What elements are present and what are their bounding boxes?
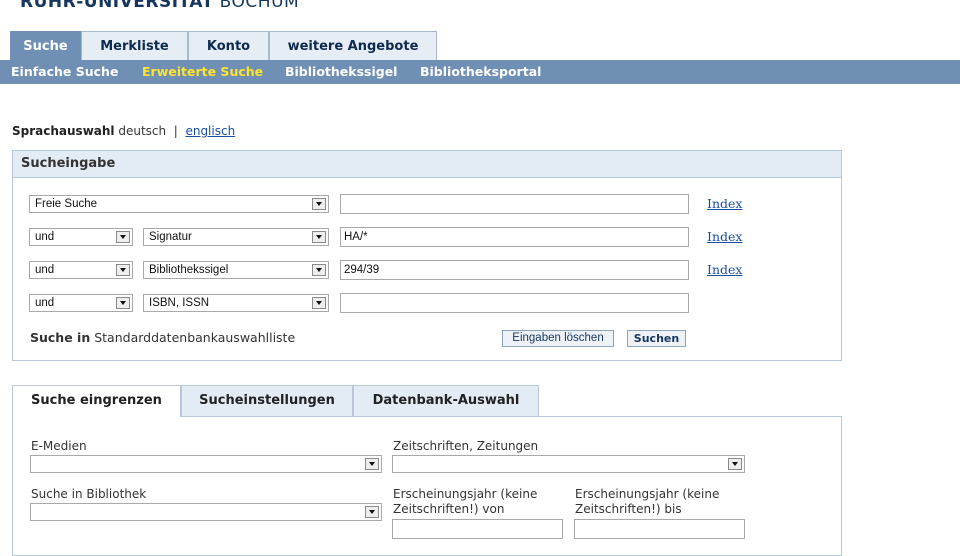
jahr-von-label: Erscheinungsjahr (keine Zeitschriften!) …	[393, 487, 537, 517]
bibliothek-label: Suche in Bibliothek	[31, 487, 147, 501]
university-logo: RUHR-UNIVERSITÄT BOCHUM	[20, 0, 299, 12]
search-scope-label: Suche in	[30, 330, 91, 345]
operator-select-2[interactable]: und	[29, 228, 133, 246]
jahr-bis-label-line2: Zeitschriften!) bis	[575, 502, 682, 516]
language-label: Sprachauswahl	[12, 124, 115, 138]
tab-merkliste[interactable]: Merkliste	[81, 31, 188, 60]
field-select-1-value: Freie Suche	[35, 198, 98, 210]
subnav-bibliothekssigel[interactable]: Bibliothekssigel	[285, 60, 397, 84]
tab-suche[interactable]: Suche	[10, 31, 81, 60]
field-select-3[interactable]: Bibliothekssigel	[143, 261, 329, 279]
subnav-einfache-suche[interactable]: Einfache Suche	[11, 60, 118, 84]
jahr-von-input[interactable]	[392, 519, 563, 539]
jahr-bis-label-line1: Erscheinungsjahr (keine	[575, 487, 720, 501]
search-input-1[interactable]	[340, 194, 689, 214]
subnav-erweiterte-suche[interactable]: Erweiterte Suche	[142, 60, 263, 84]
operator-select-4[interactable]: und	[29, 294, 133, 312]
chevron-down-icon	[116, 297, 130, 309]
sub-navigation: Einfache Suche Erweiterte Suche Biblioth…	[0, 60, 960, 84]
chevron-down-icon	[312, 198, 326, 210]
filter-panel: E-Medien Zeitschriften, Zeitungen Suche …	[12, 416, 842, 556]
language-current: deutsch	[118, 124, 167, 138]
operator-select-4-value: und	[35, 297, 55, 309]
zeitschriften-label: Zeitschriften, Zeitungen	[393, 439, 539, 453]
index-link-3[interactable]: Index	[707, 262, 742, 277]
field-select-2-value: Signatur	[149, 231, 192, 243]
language-separator: |	[173, 124, 178, 138]
jahr-bis-input[interactable]	[574, 519, 745, 539]
tab-konto[interactable]: Konto	[188, 31, 269, 60]
search-input-4[interactable]	[340, 293, 689, 313]
search-panel-title: Sucheingabe	[13, 151, 841, 178]
search-input-3[interactable]: 294/39	[340, 260, 689, 280]
search-scope-value: Standarddatenbankauswahlliste	[94, 330, 296, 345]
subnav-bibliotheksportal[interactable]: Bibliotheksportal	[420, 60, 541, 84]
operator-select-2-value: und	[35, 231, 55, 243]
tab-suche-eingrenzen[interactable]: Suche eingrenzen	[12, 385, 181, 417]
logo-bold-text: RUHR-UNIVERSITÄT	[20, 0, 214, 12]
chevron-down-icon	[116, 264, 130, 276]
clear-inputs-button[interactable]: Eingaben löschen	[502, 330, 614, 347]
field-select-1[interactable]: Freie Suche	[29, 195, 329, 213]
search-panel: Sucheingabe Freie Suche Index und Signat…	[12, 150, 842, 361]
chevron-down-icon	[312, 264, 326, 276]
search-button[interactable]: Suchen	[627, 330, 686, 347]
field-select-2[interactable]: Signatur	[143, 228, 329, 246]
emedien-label: E-Medien	[31, 439, 87, 453]
chevron-down-icon	[312, 297, 326, 309]
jahr-bis-label: Erscheinungsjahr (keine Zeitschriften!) …	[575, 487, 719, 517]
operator-select-3[interactable]: und	[29, 261, 133, 279]
zeitschriften-select[interactable]	[392, 455, 745, 473]
search-scope: Suche in Standarddatenbankauswahlliste	[30, 330, 295, 345]
chevron-down-icon	[728, 458, 742, 470]
operator-select-3-value: und	[35, 264, 55, 276]
field-select-4-value: ISBN, ISSN	[149, 297, 210, 309]
tab-sucheinstellungen[interactable]: Sucheinstellungen	[181, 385, 353, 416]
tab-datenbank-auswahl[interactable]: Datenbank-Auswahl	[353, 385, 539, 416]
jahr-von-label-line2: Zeitschriften!) von	[393, 502, 505, 516]
tab-weitere-angebote[interactable]: weitere Angebote	[269, 31, 437, 60]
language-english-link[interactable]: englisch	[185, 124, 235, 138]
search-input-2[interactable]: HA/*	[340, 227, 689, 247]
index-link-2[interactable]: Index	[707, 229, 742, 244]
chevron-down-icon	[116, 231, 130, 243]
bibliothek-select[interactable]	[30, 503, 382, 521]
jahr-von-label-line1: Erscheinungsjahr (keine	[393, 487, 538, 501]
chevron-down-icon	[365, 506, 379, 518]
field-select-4[interactable]: ISBN, ISSN	[143, 294, 329, 312]
field-select-3-value: Bibliothekssigel	[149, 264, 229, 276]
emedien-select[interactable]	[30, 455, 382, 473]
language-selector: Sprachauswahl deutsch | englisch	[12, 124, 235, 138]
logo-light-text: BOCHUM	[219, 0, 300, 12]
index-link-1[interactable]: Index	[707, 196, 742, 211]
chevron-down-icon	[365, 458, 379, 470]
chevron-down-icon	[312, 231, 326, 243]
